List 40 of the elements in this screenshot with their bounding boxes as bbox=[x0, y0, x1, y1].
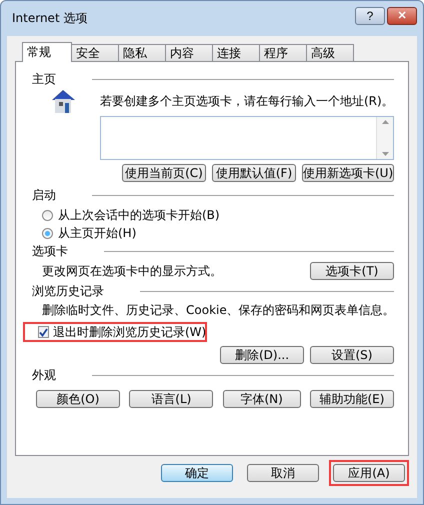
checkbox-label: 退出时删除浏览历史记录(W) bbox=[53, 324, 206, 340]
appearance-button[interactable]: 颜色(O) bbox=[36, 390, 120, 408]
scrollbar[interactable] bbox=[376, 117, 393, 159]
appearance-button[interactable]: 字体(N) bbox=[222, 390, 301, 408]
radio-label: 从主页开始(H) bbox=[58, 224, 136, 242]
history-button[interactable]: 设置(S) bbox=[310, 346, 394, 364]
home-page-button[interactable]: 使用默认值(F) bbox=[212, 164, 296, 182]
appearance-button[interactable]: 语言(L) bbox=[129, 390, 214, 408]
section-heading: 浏览历史记录 bbox=[32, 282, 104, 300]
tab[interactable]: 隐私 bbox=[118, 44, 166, 62]
dialog-button[interactable]: 应用(A) bbox=[333, 464, 405, 482]
help-button[interactable]: ? bbox=[355, 6, 385, 24]
tab[interactable]: 常规 bbox=[22, 42, 72, 62]
section-heading: 主页 bbox=[32, 70, 56, 88]
tabs-button[interactable]: 选项卡(T) bbox=[310, 262, 394, 280]
history-button[interactable]: 删除(D)... bbox=[220, 346, 304, 364]
section-heading: 启动 bbox=[32, 186, 56, 204]
home-page-button[interactable]: 使用新选项卡(U) bbox=[302, 164, 394, 182]
dialog-button[interactable]: 取消 bbox=[247, 464, 319, 482]
description-text: 更改网页在选项卡中的显示方式。 bbox=[42, 262, 222, 280]
scroll-down-icon[interactable] bbox=[382, 152, 388, 156]
description-text: 删除临时文件、历史记录、Cookie、保存的密码和网页表单信息。 bbox=[42, 302, 395, 318]
window-title: Internet 选项 bbox=[12, 10, 88, 27]
dialog-button[interactable]: 确定 bbox=[161, 464, 233, 482]
checkbox[interactable] bbox=[38, 326, 49, 338]
radio-label: 从上次会话中的选项卡开始(B) bbox=[58, 206, 220, 224]
section-heading: 选项卡 bbox=[32, 242, 68, 260]
tab[interactable]: 内容 bbox=[165, 44, 213, 62]
appearance-button[interactable]: 辅助功能(E) bbox=[310, 390, 394, 408]
tab[interactable]: 程序 bbox=[259, 44, 307, 62]
home-page-field[interactable] bbox=[100, 116, 394, 160]
home-page-button[interactable]: 使用当前页(C) bbox=[122, 164, 206, 182]
tab[interactable]: 高级 bbox=[306, 44, 354, 62]
scroll-up-icon[interactable] bbox=[382, 120, 388, 124]
section-heading: 外观 bbox=[32, 366, 56, 384]
tab[interactable]: 连接 bbox=[212, 44, 260, 62]
tab[interactable]: 安全 bbox=[71, 44, 119, 62]
radio-button[interactable] bbox=[42, 210, 53, 220]
instruction-text: 若要创建多个主页选项卡，请在每行输入一个地址(R)。 bbox=[100, 92, 394, 110]
radio-button[interactable] bbox=[42, 228, 53, 238]
